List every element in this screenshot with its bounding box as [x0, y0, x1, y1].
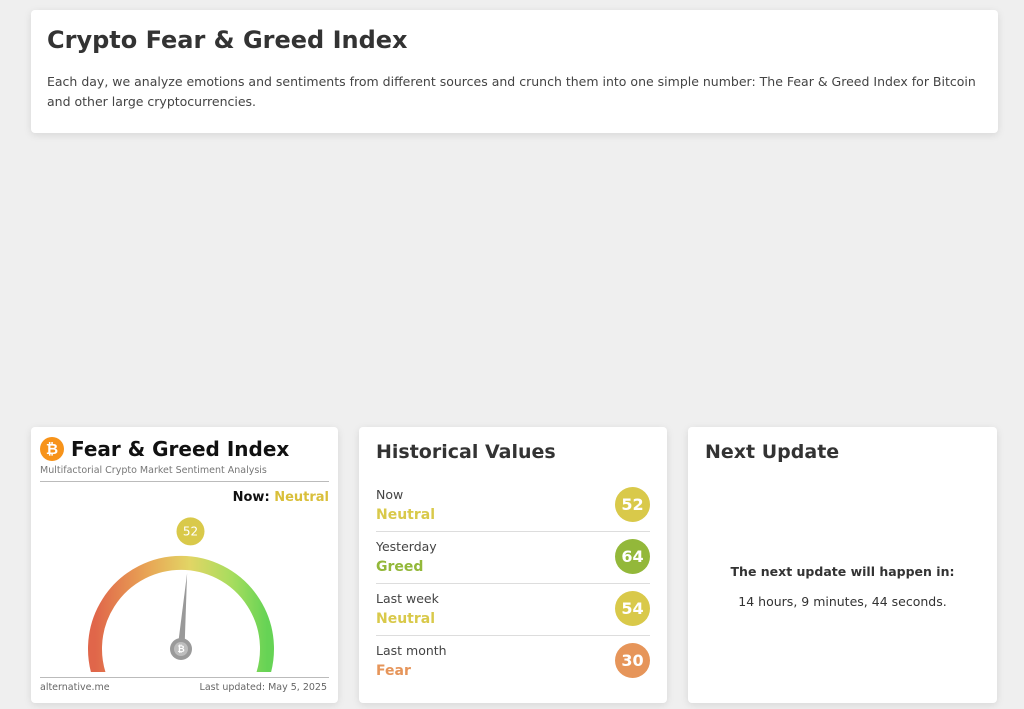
- widget-subtitle: Multifactorial Crypto Market Sentiment A…: [40, 465, 267, 476]
- page: Crypto Fear & Greed Index Each day, we a…: [0, 0, 1024, 709]
- countdown-text: 14 hours, 9 minutes, 44 seconds.: [738, 594, 947, 609]
- widget-title: Fear & Greed Index: [71, 437, 290, 461]
- list-item: Yesterday Greed 64: [376, 533, 650, 584]
- classification: Neutral: [376, 507, 436, 523]
- value-badge: 52: [615, 487, 650, 522]
- fear-greed-widget[interactable]: ₿ Fear & Greed Index Multifactorial Cryp…: [31, 427, 338, 703]
- period-label: Last month: [376, 643, 447, 658]
- period-label: Yesterday: [376, 539, 437, 554]
- intro-description: Each day, we analyze emotions and sentim…: [47, 74, 976, 109]
- period-label: Last week: [376, 591, 439, 606]
- page-title: Crypto Fear & Greed Index: [47, 26, 408, 54]
- bitcoin-hub-icon: ₿: [177, 644, 184, 655]
- value-badge: 64: [615, 539, 650, 574]
- widget-header: ₿ Fear & Greed Index: [40, 437, 289, 461]
- bitcoin-icon: ₿: [40, 437, 64, 461]
- next-update-label: The next update will happen in:: [730, 564, 955, 579]
- classification: Neutral: [376, 611, 436, 627]
- classification: Greed: [376, 559, 424, 575]
- divider: [40, 481, 329, 482]
- list-item: Last week Neutral 54: [376, 585, 650, 636]
- last-updated-label: Last updated: May 5, 2025: [199, 682, 327, 693]
- period-label: Now: [376, 487, 404, 502]
- next-update-card: Next Update The next update will happen …: [688, 427, 997, 703]
- value-badge: 30: [615, 643, 650, 678]
- gauge-needle: [177, 573, 188, 650]
- next-update-title: Next Update: [705, 441, 840, 463]
- historical-title: Historical Values: [376, 441, 556, 463]
- value-badge: 54: [615, 591, 650, 626]
- list-item: Now Neutral 52: [376, 481, 650, 532]
- intro-card: Crypto Fear & Greed Index Each day, we a…: [31, 10, 998, 133]
- divider: [40, 677, 329, 678]
- gauge-value-text: 52: [183, 524, 198, 538]
- gauge: 52 ₿: [88, 517, 274, 672]
- classification: Fear: [376, 663, 411, 679]
- historical-values-card: Historical Values Now Neutral 52 Yesterd…: [359, 427, 667, 703]
- historical-list: Now Neutral 52 Yesterday Greed 64 Last w…: [376, 481, 650, 689]
- source-label[interactable]: alternative.me: [40, 682, 110, 693]
- list-item: Last month Fear 30: [376, 637, 650, 688]
